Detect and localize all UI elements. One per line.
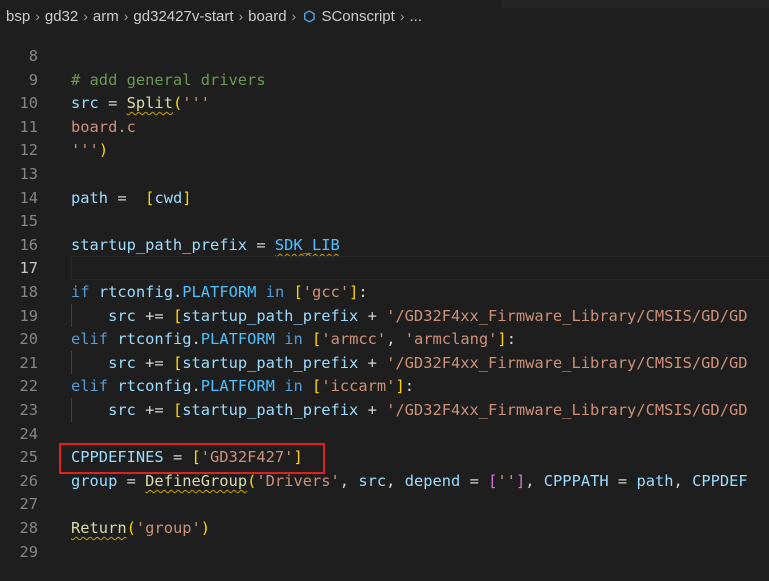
line-number: 24 (19, 424, 38, 443)
line-number: 19 (19, 306, 38, 325)
code-line-text: elif rtconfig.PLATFORM in ['iccarm']: (71, 377, 415, 396)
line-number: 27 (19, 495, 38, 514)
code-line-10[interactable]: 10 src = Split(''' (0, 91, 769, 115)
code-line-text: ''') (71, 141, 109, 160)
line-number: 15 (19, 212, 38, 231)
line-number: 14 (19, 188, 38, 207)
line-number: 25 (19, 448, 38, 467)
code-line-12[interactable]: 12 ''') (0, 138, 769, 162)
code-line-9[interactable]: 9 # add general drivers (0, 68, 769, 92)
code-line-text: src += [startup_path_prefix + '/GD32F4xx… (108, 401, 748, 419)
chevron-right-icon: › (123, 8, 129, 24)
current-line-highlight (71, 256, 769, 281)
line-number: 13 (19, 165, 38, 183)
code-line-8[interactable]: 8 (0, 44, 769, 68)
editor-tab-bar-edge (502, 0, 769, 8)
code-line-text: src += [startup_path_prefix + '/GD32F4xx… (108, 306, 748, 325)
code-line-23[interactable]: 23 src += [startup_path_prefix + '/GD32F… (0, 398, 769, 422)
breadcrumb: bsp › gd32 › arm › gd32427v-start › board › ⬡ SCons… (0, 0, 769, 44)
code-line-29[interactable]: 29 (0, 540, 769, 564)
breadcrumb-item-gd32427v-start[interactable]: gd32427v-start (133, 8, 233, 25)
line-number: 11 (19, 117, 38, 136)
breadcrumb-item-file[interactable]: SConscript (321, 8, 394, 25)
code-line-text: src += [startup_path_prefix + '/GD32F4xx… (108, 353, 748, 372)
code-line-19[interactable]: 19 src += [startup_path_prefix + '/GD32F… (0, 304, 769, 328)
code-line-16[interactable]: 16 startup_path_prefix = SDK_LIB (0, 233, 769, 257)
line-number: 21 (19, 353, 38, 372)
breadcrumb-more[interactable]: ... (409, 8, 422, 25)
code-line-text: startup_path_prefix = SDK_LIB (71, 235, 340, 254)
line-number: 8 (28, 47, 38, 65)
line-number: 9 (28, 70, 38, 89)
code-line-text: board.c (71, 117, 136, 136)
breadcrumb-item-gd32[interactable]: gd32 (45, 8, 78, 25)
code-line-27[interactable]: 27 (0, 492, 769, 516)
code-line-text: elif rtconfig.PLATFORM in ['armcc', 'arm… (71, 330, 516, 349)
code-line-11[interactable]: 11 board.c (0, 115, 769, 139)
chevron-right-icon: › (291, 8, 297, 24)
indent-guide (71, 350, 72, 375)
code-line-20[interactable]: 20 elif rtconfig.PLATFORM in ['armcc', 'a… (0, 327, 769, 351)
code-line-text: # add general drivers (71, 70, 266, 89)
line-number: 16 (19, 235, 38, 254)
python-file-icon: ⬡ (303, 7, 316, 24)
code-line-text: if rtconfig.PLATFORM in ['gcc']: (71, 283, 368, 301)
line-number: 18 (19, 283, 38, 301)
line-number: 12 (19, 141, 38, 160)
code-line-24[interactable]: 24 (0, 422, 769, 446)
line-number: 29 (19, 542, 38, 561)
line-number: 10 (19, 94, 38, 113)
line-number: 28 (19, 519, 38, 537)
code-line-21[interactable]: 21 src += [startup_path_prefix + '/GD32F… (0, 351, 769, 375)
code-line-28[interactable]: 28 Return('group') (0, 516, 769, 540)
code-line-18[interactable]: 18 if rtconfig.PLATFORM in ['gcc']: (0, 280, 769, 304)
code-line-text: path = [cwd] (71, 188, 192, 207)
breadcrumb-item-board[interactable]: board (248, 8, 286, 25)
annotation-highlight-box (59, 443, 325, 474)
chevron-right-icon: › (83, 8, 88, 24)
chevron-right-icon: › (399, 8, 405, 24)
line-number: 26 (19, 471, 38, 490)
chevron-right-icon: › (35, 8, 40, 24)
code-line-13[interactable]: 13 (0, 162, 769, 186)
line-number: 23 (19, 401, 38, 419)
code-line-14[interactable]: 14 path = [cwd] (0, 186, 769, 210)
line-number: 17 (19, 259, 38, 278)
code-editor[interactable]: cwd = GetCurrentDir()89# add general dri… (0, 0, 769, 581)
chevron-right-icon: › (238, 8, 244, 24)
breadcrumb-item-bsp[interactable]: bsp (6, 8, 30, 25)
code-line-15[interactable]: 15 (0, 209, 769, 233)
indent-guide (71, 398, 72, 422)
code-line-text: Return('group') (71, 519, 211, 537)
line-number: 20 (19, 330, 38, 349)
indent-guide (71, 303, 72, 328)
code-line-17[interactable]: 17 (0, 256, 769, 281)
line-number: 22 (19, 377, 38, 396)
breadcrumb-item-arm[interactable]: arm (93, 8, 119, 25)
code-line-22[interactable]: 22 elif rtconfig.PLATFORM in ['iccarm']: (0, 374, 769, 398)
code-line-text: src = Split(''' (71, 94, 211, 113)
